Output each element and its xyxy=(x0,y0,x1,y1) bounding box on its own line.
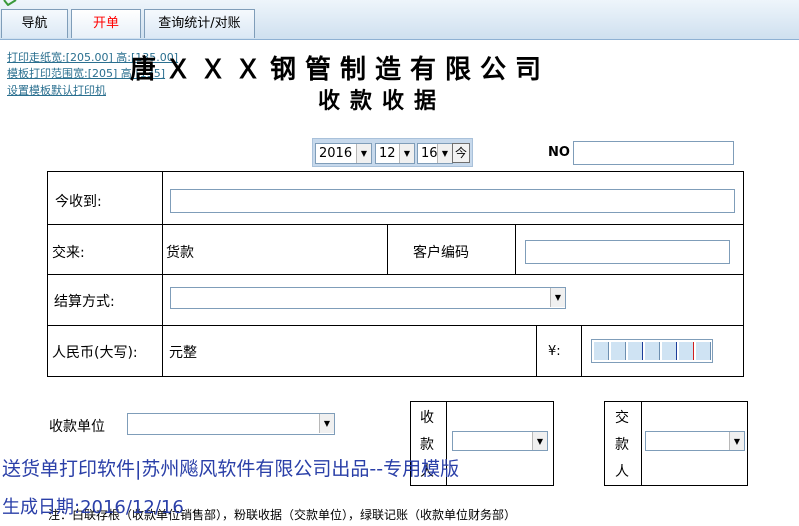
receipt-no-input[interactable] xyxy=(573,141,734,165)
payer-label-2: 款 xyxy=(615,437,629,453)
payer-select[interactable]: ▼ xyxy=(645,431,745,451)
chevron-down-icon: ▼ xyxy=(550,288,565,307)
day-value: 16 xyxy=(421,146,438,161)
payer-label-1: 交 xyxy=(615,410,629,426)
today-button[interactable]: 今 xyxy=(452,143,470,163)
receiver-select[interactable]: ▼ xyxy=(452,431,548,451)
settlement-method-label: 结算方式: xyxy=(54,294,115,310)
tab-bar: 导航 开单 查询统计/对账 xyxy=(0,0,799,40)
settlement-method-select[interactable]: ▼ xyxy=(170,287,566,309)
chevron-down-icon: ▼ xyxy=(319,414,334,433)
company-title: 唐ＸＸＸ钢管制造有限公司 xyxy=(130,55,551,85)
rmb-uppercase-label: 人民币(大写): xyxy=(52,345,138,361)
chevron-down-icon: ▼ xyxy=(532,432,547,450)
software-promo-text: 送货单打印软件|苏州飚风软件有限公司出品--专用模版 xyxy=(2,458,460,480)
generation-date: 生成日期:2016/12/16 xyxy=(2,497,184,518)
rmb-uppercase-value: 元整 xyxy=(169,345,197,361)
pay-for-value: 货款 xyxy=(166,245,194,261)
month-select[interactable]: 12 ▼ xyxy=(375,143,415,164)
default-printer-link[interactable]: 设置模板默认打印机 xyxy=(7,84,106,97)
customer-code-label: 客户编码 xyxy=(413,245,469,261)
receipt-title: 收款收据 xyxy=(318,89,447,114)
receiver-label-2: 款 xyxy=(420,437,434,453)
tab-query-statistics[interactable]: 查询统计/对账 xyxy=(144,9,255,38)
received-from-label: 今收到: xyxy=(55,194,102,210)
payer-label-3: 人 xyxy=(615,464,629,480)
pay-for-label: 交来: xyxy=(52,245,85,261)
chevron-down-icon: ▼ xyxy=(729,432,744,450)
year-select[interactable]: 2016 ▼ xyxy=(315,143,372,164)
chevron-down-icon: ▼ xyxy=(437,144,452,163)
receipt-no-label: NO xyxy=(548,145,570,160)
amount-digit-boxes[interactable] xyxy=(591,339,713,363)
year-value: 2016 xyxy=(319,146,353,161)
receiver-label-1: 收 xyxy=(420,410,434,426)
collecting-unit-label: 收款单位 xyxy=(49,419,105,435)
collecting-unit-select[interactable]: ▼ xyxy=(127,413,335,435)
chevron-down-icon: ▼ xyxy=(356,144,371,163)
chevron-down-icon: ▼ xyxy=(399,144,414,163)
month-value: 12 xyxy=(379,146,396,161)
yen-label: ¥: xyxy=(548,344,561,359)
tab-navigation[interactable]: 导航 xyxy=(1,9,68,38)
app-corner-icon xyxy=(3,0,17,6)
customer-code-input[interactable] xyxy=(525,240,730,264)
tab-create-order[interactable]: 开单 xyxy=(71,9,141,38)
received-from-input[interactable] xyxy=(170,189,735,213)
day-select[interactable]: 16 ▼ xyxy=(417,143,453,164)
